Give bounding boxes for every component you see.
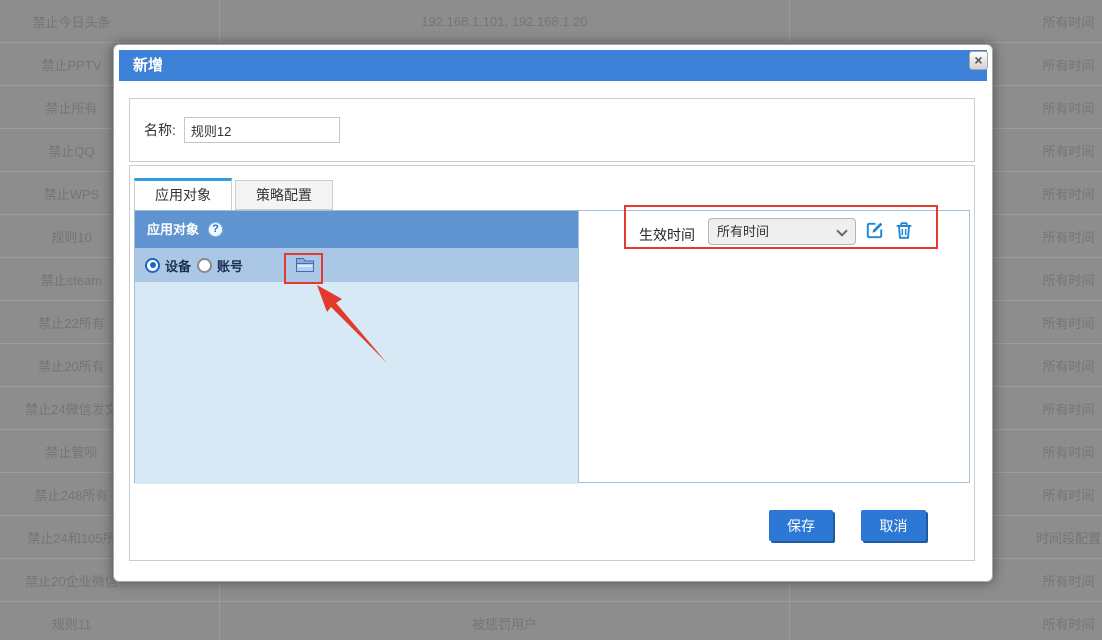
trash-icon[interactable]	[893, 219, 916, 242]
tab-policy-config[interactable]: 策略配置	[235, 180, 333, 210]
radio-account-dot[interactable]	[197, 258, 212, 273]
save-button[interactable]: 保存	[769, 510, 833, 541]
radio-device-label: 设备	[165, 256, 191, 275]
dialog-title: 新增	[133, 57, 163, 74]
table-cell-time: 所有时间	[790, 0, 1102, 42]
name-section: 名称:	[129, 98, 975, 162]
table-cell-target: 被惩罚用户	[220, 602, 790, 640]
apply-target-body	[135, 282, 578, 484]
edit-icon[interactable]	[863, 219, 886, 242]
radio-device[interactable]: 设备	[145, 256, 191, 275]
effective-time-label: 生效时间	[639, 225, 695, 245]
table-cell-name: 规则11	[0, 602, 220, 640]
tab-content-panel: 应用对象 ? 设备 账号	[134, 210, 970, 483]
add-rule-dialog: 新增 × 名称: 应用对象 策略配置 应用对象 ? 设备	[113, 44, 993, 582]
radio-device-dot[interactable]	[145, 258, 160, 273]
tab-apply-target[interactable]: 应用对象	[134, 178, 232, 210]
table-cell-name: 禁止今日头条	[0, 0, 220, 42]
dialog-titlebar: 新增	[119, 50, 987, 81]
close-icon[interactable]: ×	[969, 51, 988, 70]
effective-time-value: 所有时间	[717, 224, 769, 239]
folder-icon[interactable]	[295, 257, 315, 273]
effective-time-row: 生效时间 所有时间	[135, 211, 969, 255]
cancel-button[interactable]: 取消	[861, 510, 926, 541]
radio-account-label: 账号	[217, 256, 243, 275]
table-cell-time: 所有时间	[790, 602, 1102, 640]
chevron-down-icon	[836, 225, 847, 236]
table-row: 禁止今日头条192.168.1.101, 192.168.1.20所有时间	[0, 0, 1102, 43]
radio-account[interactable]: 账号	[197, 256, 243, 275]
table-cell-target: 192.168.1.101, 192.168.1.20	[220, 0, 790, 42]
tab-bar: 应用对象 策略配置	[134, 178, 336, 210]
rule-name-input[interactable]	[184, 117, 340, 143]
effective-time-select[interactable]: 所有时间	[708, 218, 856, 245]
config-section: 应用对象 策略配置 应用对象 ? 设备 账号	[129, 165, 975, 561]
name-label: 名称:	[144, 120, 176, 140]
table-row: 规则11被惩罚用户所有时间	[0, 602, 1102, 640]
